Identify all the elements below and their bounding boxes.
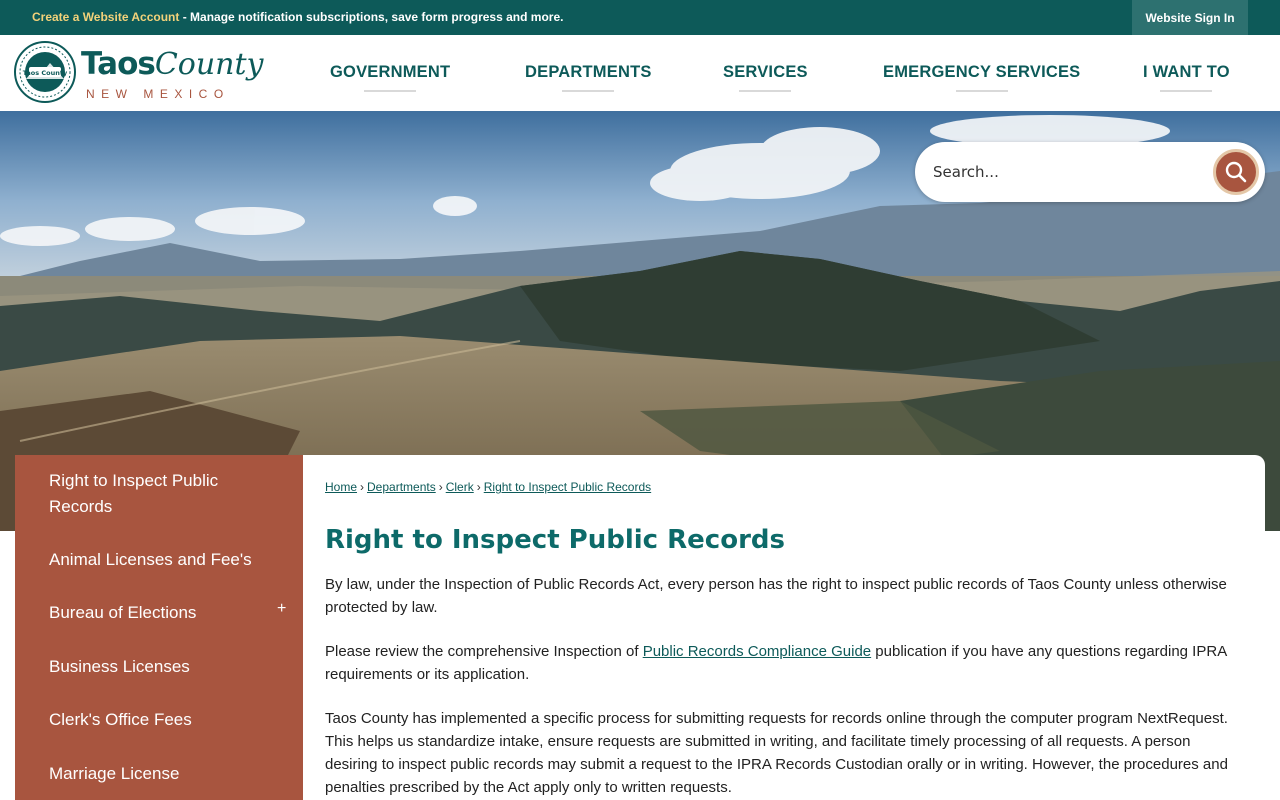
page-title: Right to Inspect Public Records bbox=[325, 525, 785, 555]
create-account-link[interactable]: Create a Website Account bbox=[32, 10, 179, 24]
sign-in-button[interactable]: Website Sign In bbox=[1132, 0, 1248, 35]
account-message: Create a Website Account - Manage notifi… bbox=[32, 10, 563, 24]
breadcrumb-departments[interactable]: Departments bbox=[367, 480, 436, 494]
compliance-guide-link[interactable]: Public Records Compliance Guide bbox=[643, 643, 871, 660]
main-content: Home › Departments › Clerk › Right to Inspect … bbox=[303, 455, 1265, 800]
top-bar: Create a Website Account - Manage notifi… bbox=[0, 0, 1280, 35]
nav-emergency-services[interactable]: EMERGENCY SERVICES bbox=[883, 63, 1080, 82]
breadcrumb-separator: › bbox=[476, 480, 481, 494]
sidebar-item-bureau-of-elections[interactable]: Bureau of Elections bbox=[49, 600, 196, 626]
search-input[interactable] bbox=[933, 156, 1203, 188]
guide-text-before: Please review the comprehensive Inspecti… bbox=[325, 643, 643, 660]
search-button[interactable] bbox=[1213, 149, 1259, 195]
breadcrumb-home[interactable]: Home bbox=[325, 480, 357, 494]
main-nav: GOVERNMENT DEPARTMENTS SERVICES EMERGENC… bbox=[0, 35, 1280, 111]
site-header: Taos County TaosCounty NEW MEXICO GOVERN… bbox=[0, 35, 1280, 111]
breadcrumb-separator: › bbox=[360, 480, 365, 494]
sidebar-item-marriage-license[interactable]: Marriage License bbox=[49, 761, 179, 787]
sidebar-item-clerks-office-fees[interactable]: Clerk's Office Fees bbox=[49, 707, 192, 733]
breadcrumb-separator: › bbox=[438, 480, 443, 494]
search-icon bbox=[1225, 161, 1247, 183]
nav-government[interactable]: GOVERNMENT bbox=[330, 63, 450, 82]
sidebar-item-business-licenses[interactable]: Business Licenses bbox=[49, 654, 190, 680]
guide-paragraph: Please review the comprehensive Inspecti… bbox=[325, 640, 1245, 686]
sidebar-item-animal-licenses[interactable]: Animal Licenses and Fee's bbox=[49, 547, 252, 573]
process-paragraph: Taos County has implemented a specific p… bbox=[325, 710, 1228, 796]
account-message-text: - Manage notification subscriptions, sav… bbox=[179, 10, 564, 24]
breadcrumb-current[interactable]: Right to Inspect Public Records bbox=[484, 480, 651, 494]
intro-paragraph: By law, under the Inspection of Public R… bbox=[325, 576, 1227, 616]
nav-i-want-to[interactable]: I WANT TO bbox=[1143, 63, 1230, 82]
nav-services[interactable]: SERVICES bbox=[723, 63, 808, 82]
nav-departments[interactable]: DEPARTMENTS bbox=[525, 63, 652, 82]
sidebar-nav: Right to Inspect Public Records Animal L… bbox=[15, 455, 303, 800]
expand-icon[interactable]: + bbox=[277, 600, 286, 618]
sidebar-item-right-to-inspect[interactable]: Right to Inspect Public Records bbox=[49, 468, 249, 520]
breadcrumb-clerk[interactable]: Clerk bbox=[446, 480, 474, 494]
breadcrumb: Home › Departments › Clerk › Right to Inspect … bbox=[325, 480, 651, 494]
